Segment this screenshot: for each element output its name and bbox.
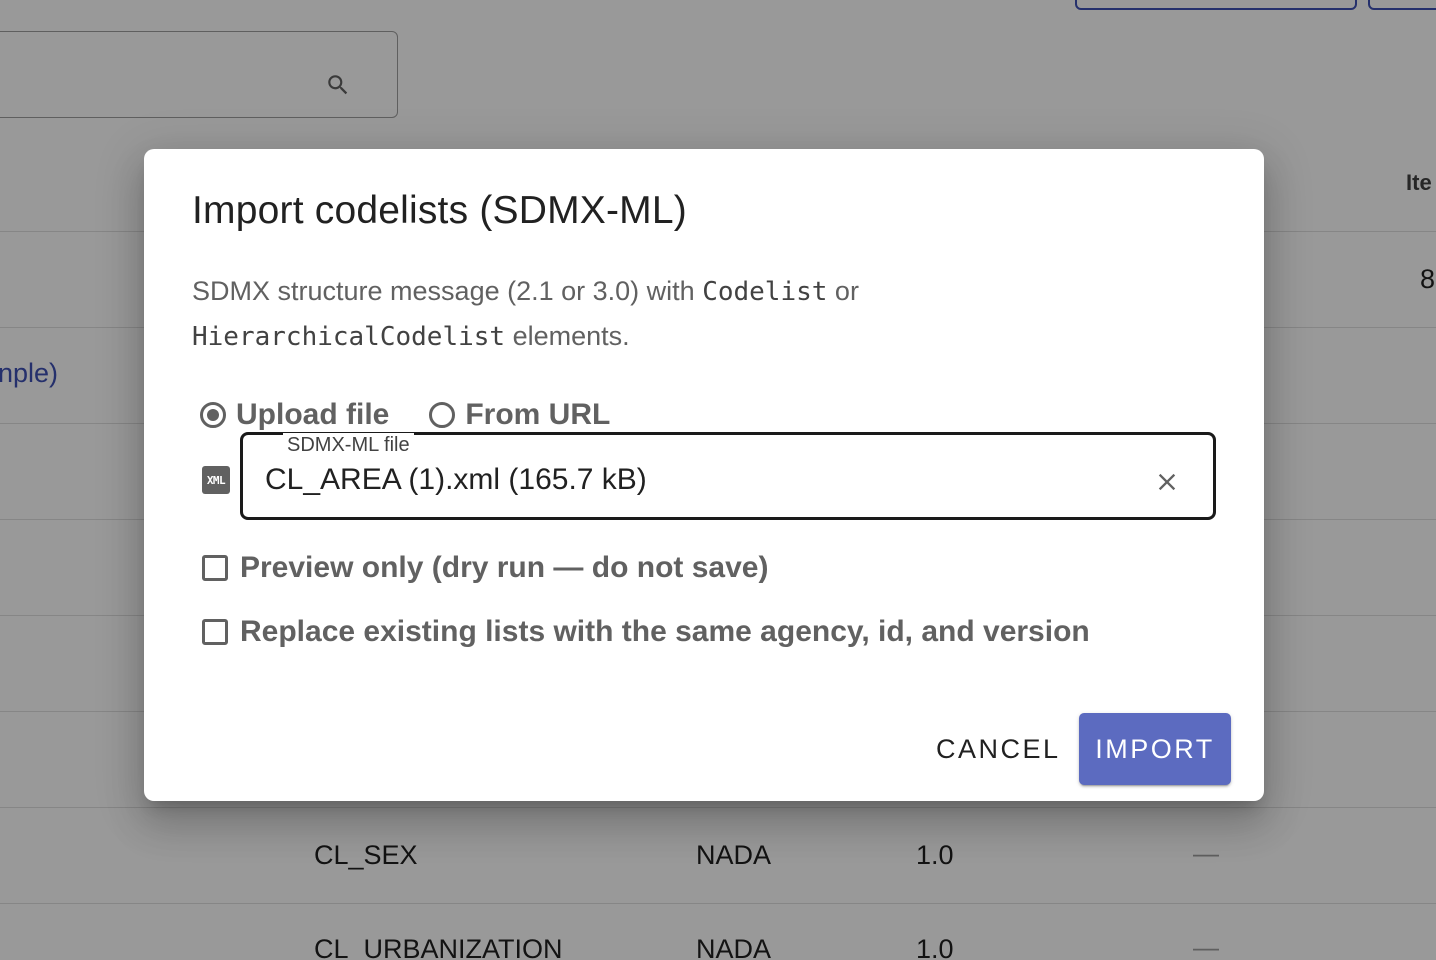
- dialog-description: SDMX structure message (2.1 or 3.0) with…: [192, 269, 1192, 359]
- field-label: SDMX-ML file: [283, 433, 414, 457]
- checkbox-unchecked-icon[interactable]: [202, 619, 228, 645]
- file-input-row: XML SDMX-ML file CL_AREA (1).xml (165.7 …: [202, 432, 1216, 520]
- replace-existing-checkbox[interactable]: Replace existing lists with the same age…: [202, 615, 1090, 649]
- close-icon[interactable]: [1153, 468, 1181, 496]
- xml-file-icon: XML: [202, 466, 230, 494]
- checkbox-label: Replace existing lists with the same age…: [240, 615, 1090, 648]
- dialog-title: Import codelists (SDMX-ML): [192, 189, 687, 232]
- radio-label: From URL: [465, 398, 611, 431]
- checkbox-unchecked-icon[interactable]: [202, 555, 228, 581]
- radio-unchecked-icon[interactable]: [429, 402, 456, 428]
- import-dialog: Import codelists (SDMX-ML) SDMX structur…: [144, 149, 1264, 801]
- radio-label: Upload file: [236, 398, 390, 431]
- radio-checked-icon[interactable]: [200, 402, 226, 428]
- description-text: SDMX structure message (2.1 or 3.0) with: [192, 276, 703, 306]
- description-code: HierarchicalCodelist: [192, 322, 506, 352]
- source-radio-group: Upload file From URL: [200, 395, 650, 435]
- radio-from-url[interactable]: From URL: [429, 398, 610, 432]
- description-text: elements.: [505, 321, 630, 351]
- radio-upload-file[interactable]: Upload file: [200, 398, 389, 432]
- import-button[interactable]: IMPORT: [1079, 713, 1231, 785]
- description-text: or: [827, 276, 859, 306]
- sdmx-file-field[interactable]: SDMX-ML file CL_AREA (1).xml (165.7 kB): [240, 432, 1216, 520]
- preview-only-checkbox[interactable]: Preview only (dry run — do not save): [202, 551, 768, 585]
- description-code: Codelist: [702, 277, 828, 307]
- file-name-value: CL_AREA (1).xml (165.7 kB): [265, 463, 647, 496]
- checkbox-label: Preview only (dry run — do not save): [240, 551, 769, 584]
- cancel-button[interactable]: CANCEL: [930, 717, 1066, 781]
